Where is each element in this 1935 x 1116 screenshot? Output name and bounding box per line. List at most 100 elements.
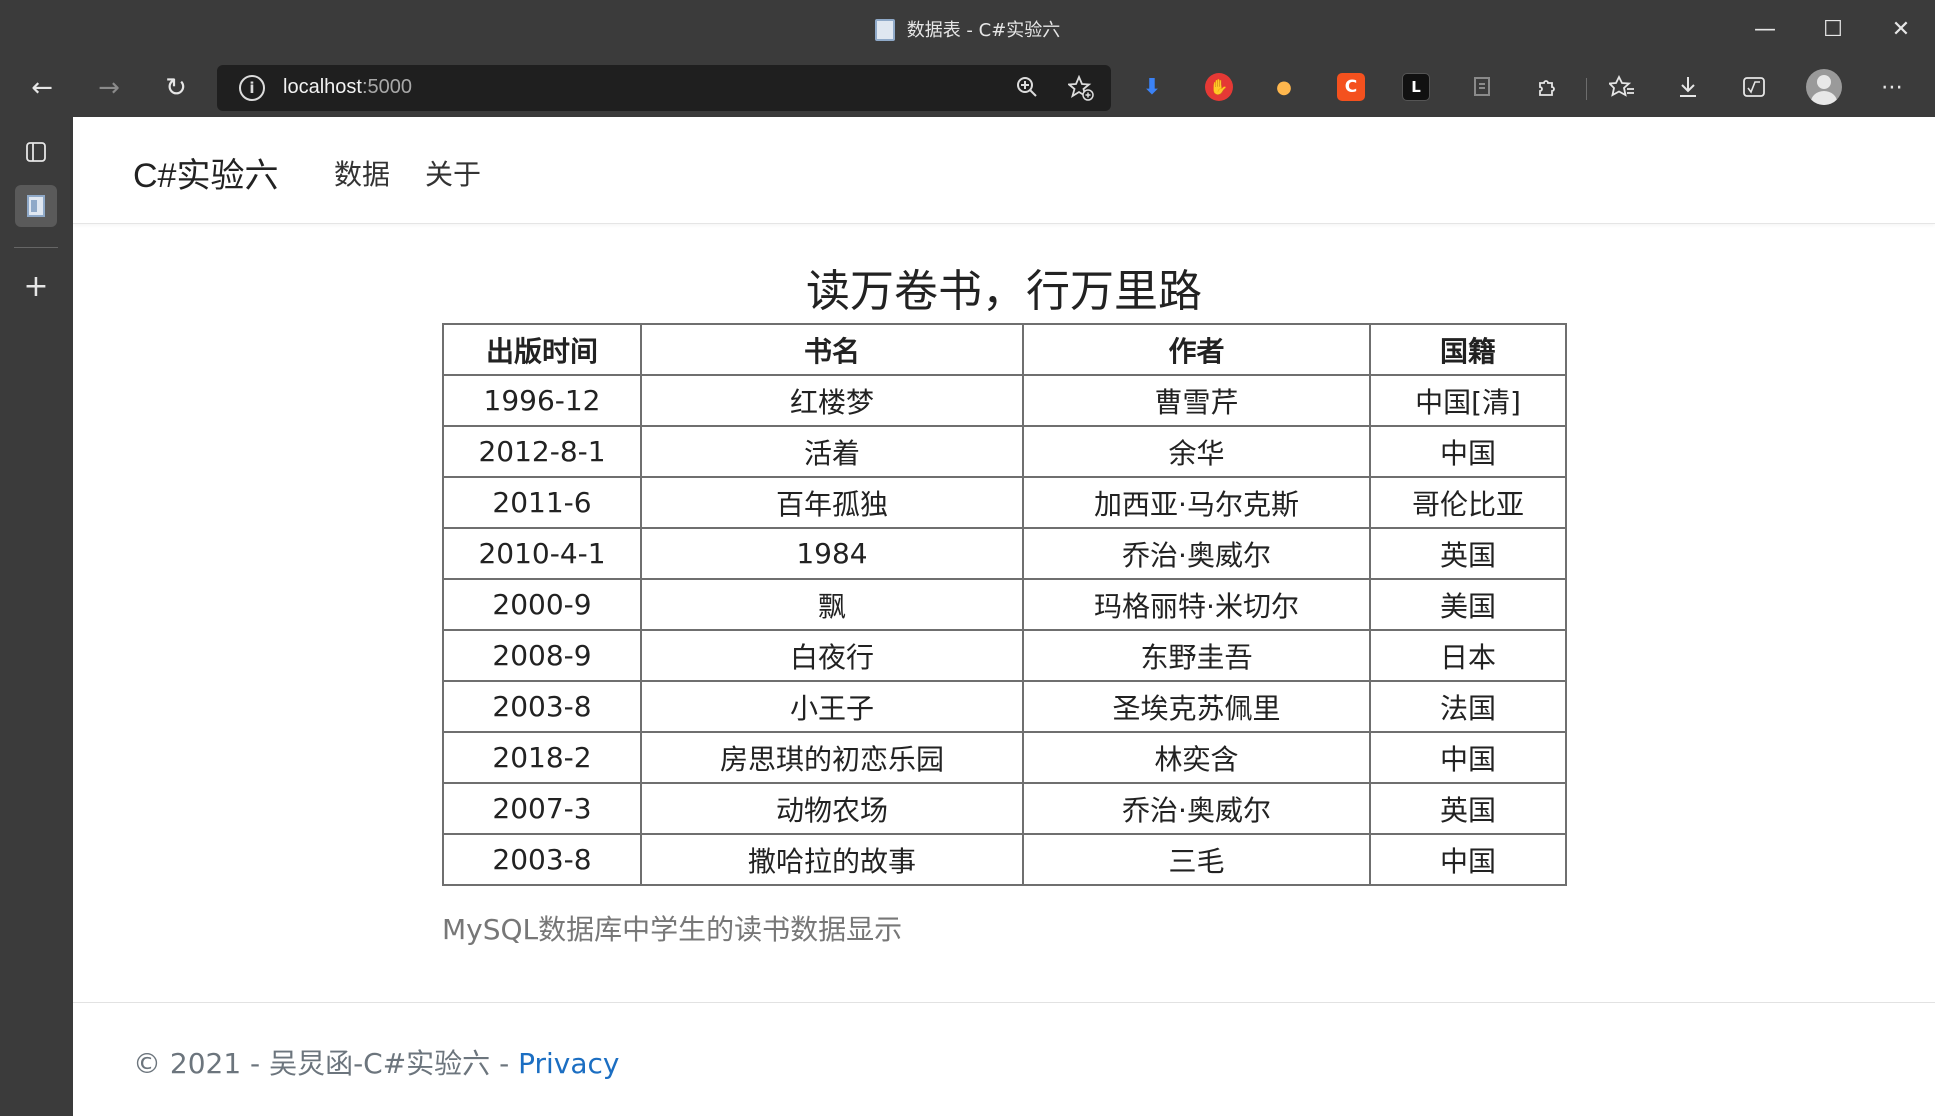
table-cell: 美国 <box>1369 578 1567 631</box>
math-solver-icon[interactable] <box>1736 69 1772 105</box>
table-cell: 乔治·奥威尔 <box>1022 527 1371 580</box>
table-cell: 2003-8 <box>442 833 642 886</box>
profile-avatar[interactable] <box>1806 69 1842 105</box>
toolbar-separator <box>1586 78 1587 100</box>
table-cell: 林奕含 <box>1022 731 1371 784</box>
table-cell: 英国 <box>1369 527 1567 580</box>
books-table: 出版时间 书名 作者 国籍 1996-12 红楼梦 曹雪芹 中国[清] 2012-8-1… <box>442 323 1567 886</box>
active-tab-page-icon[interactable] <box>15 185 57 227</box>
add-favorite-icon[interactable] <box>1066 74 1095 103</box>
table-row: 2008-9 白夜行 东野圭吾 日本 <box>442 629 1567 682</box>
favorites-icon[interactable] <box>1604 69 1640 105</box>
table-row: 2012-8-1 活着 余华 中国 <box>442 425 1567 478</box>
table-cell: 白夜行 <box>640 629 1024 682</box>
table-cell: 红楼梦 <box>640 374 1024 427</box>
table-cell: 百年孤独 <box>640 476 1024 529</box>
forward-button[interactable]: → <box>85 65 133 111</box>
table-cell: 1984 <box>640 527 1024 580</box>
table-cell: 三毛 <box>1022 833 1371 886</box>
ball-extension-icon[interactable]: ● <box>1270 73 1298 101</box>
table-cell: 圣埃克苏佩里 <box>1022 680 1371 733</box>
table-cell: 法国 <box>1369 680 1567 733</box>
web-page: C#实验六 数据 关于 读万卷书，行万里路 出版时间 书名 作者 国籍 1996… <box>73 117 1935 1116</box>
address-bar[interactable]: i localhost:5000 <box>217 65 1111 111</box>
window-title: 数据表 - C#实验六 <box>0 16 1935 42</box>
column-header: 出版时间 <box>442 323 642 376</box>
nav-link-data[interactable]: 数据 <box>334 153 390 193</box>
table-cell: 小王子 <box>640 680 1024 733</box>
column-header: 国籍 <box>1369 323 1567 376</box>
zoom-icon[interactable] <box>1013 75 1041 103</box>
sidebar-divider <box>14 247 58 248</box>
table-header-row: 出版时间 书名 作者 国籍 <box>442 323 1567 376</box>
site-brand-link[interactable]: C#实验六 <box>133 148 278 197</box>
data-source-note: MySQL数据库中学生的读书数据显示 <box>442 913 903 946</box>
table-cell: 加西亚·马尔克斯 <box>1022 476 1371 529</box>
adblock-extension-icon[interactable]: ✋ <box>1205 73 1233 101</box>
url-port: :5000 <box>361 76 412 98</box>
site-info-icon[interactable]: i <box>239 75 265 101</box>
privacy-link[interactable]: Privacy <box>518 1047 619 1080</box>
back-button[interactable]: ← <box>18 65 66 111</box>
c-extension-icon[interactable]: C <box>1337 73 1365 101</box>
table-cell: 动物农场 <box>640 782 1024 835</box>
table-cell: 2012-8-1 <box>442 425 642 478</box>
collections-disabled-icon[interactable] <box>1465 69 1501 105</box>
nav-link-about[interactable]: 关于 <box>425 153 481 193</box>
vertical-tabs-sidebar: + <box>0 117 73 1116</box>
table-cell: 2010-4-1 <box>442 527 642 580</box>
table-cell: 飘 <box>640 578 1024 631</box>
page-tab-icon <box>874 19 895 41</box>
table-cell: 乔治·奥威尔 <box>1022 782 1371 835</box>
settings-more-icon[interactable]: ⋯ <box>1874 69 1910 105</box>
table-cell: 中国 <box>1369 731 1567 784</box>
table-cell: 英国 <box>1369 782 1567 835</box>
table-cell: 2008-9 <box>442 629 642 682</box>
maximize-button[interactable]: ☐ <box>1799 0 1867 59</box>
browser-toolbar: ← → ↻ i localhost:5000 ⬇ ✋ ● C L ⋯ <box>0 59 1935 117</box>
table-cell: 2011-6 <box>442 476 642 529</box>
url-host: localhost <box>283 76 362 98</box>
site-navbar: C#实验六 数据 关于 <box>73 117 1935 224</box>
table-cell: 中国 <box>1369 833 1567 886</box>
download-arrow-extension-icon[interactable]: ⬇ <box>1138 73 1166 101</box>
close-button[interactable]: ✕ <box>1867 0 1935 59</box>
table-row: 2011-6 百年孤独 加西亚·马尔克斯 哥伦比亚 <box>442 476 1567 529</box>
title-bar: 数据表 - C#实验六 — ☐ ✕ <box>0 0 1935 59</box>
table-cell: 2000-9 <box>442 578 642 631</box>
footer-copyright: © 2021 - 吴炅函-C#实验六 - <box>133 1047 519 1080</box>
table-row: 1996-12 红楼梦 曹雪芹 中国[清] <box>442 374 1567 427</box>
column-header: 书名 <box>640 323 1024 376</box>
refresh-button[interactable]: ↻ <box>152 65 200 111</box>
extensions-puzzle-icon[interactable] <box>1530 69 1566 105</box>
table-row: 2018-2 房思琪的初恋乐园 林奕含 中国 <box>442 731 1567 784</box>
table-cell: 房思琪的初恋乐园 <box>640 731 1024 784</box>
table-cell: 2018-2 <box>442 731 642 784</box>
table-row: 2003-8 撒哈拉的故事 三毛 中国 <box>442 833 1567 886</box>
table-cell: 2003-8 <box>442 680 642 733</box>
tab-actions-icon[interactable] <box>15 131 57 173</box>
table-cell: 玛格丽特·米切尔 <box>1022 578 1371 631</box>
site-footer: © 2021 - 吴炅函-C#实验六 - Privacy <box>133 1042 619 1082</box>
table-cell: 中国[清] <box>1369 374 1567 427</box>
table-row: 2003-8 小王子 圣埃克苏佩里 法国 <box>442 680 1567 733</box>
footer-divider <box>73 1002 1935 1003</box>
table-row: 2000-9 飘玛格丽特·米切尔 美国 <box>442 578 1567 631</box>
table-cell: 中国 <box>1369 425 1567 478</box>
minimize-button[interactable]: — <box>1731 0 1799 59</box>
new-tab-plus-icon[interactable]: + <box>15 265 57 307</box>
table-cell: 活着 <box>640 425 1024 478</box>
window-title-text: 数据表 - C#实验六 <box>906 20 1061 41</box>
table-cell: 日本 <box>1369 629 1567 682</box>
table-cell: 哥伦比亚 <box>1369 476 1567 529</box>
column-header: 作者 <box>1022 323 1371 376</box>
table-row: 2010-4-1 1984 乔治·奥威尔 英国 <box>442 527 1567 580</box>
table-cell: 2007-3 <box>442 782 642 835</box>
table-cell: 余华 <box>1022 425 1371 478</box>
downloads-icon[interactable] <box>1670 69 1706 105</box>
table-cell: 东野圭吾 <box>1022 629 1371 682</box>
l-extension-icon[interactable]: L <box>1402 73 1430 101</box>
url-text[interactable]: localhost:5000 <box>283 76 412 99</box>
table-cell: 1996-12 <box>442 374 642 427</box>
page-heading: 读万卷书，行万里路 <box>806 266 1202 317</box>
